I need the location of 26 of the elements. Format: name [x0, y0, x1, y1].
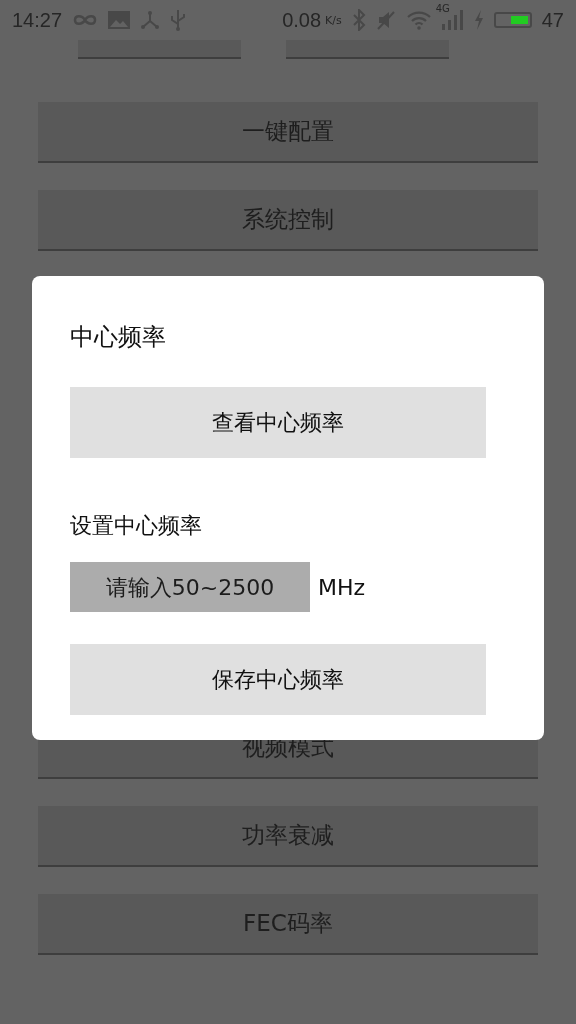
network-speed: 0.08: [282, 8, 322, 32]
signal-icon: [441, 10, 464, 30]
save-frequency-button[interactable]: 保存中心频率: [70, 644, 486, 715]
network-type: 4G: [435, 4, 450, 14]
clock: 14:27: [12, 8, 63, 32]
unit-label: MHz: [318, 574, 366, 600]
wifi-icon: [405, 10, 432, 30]
frequency-input[interactable]: 请输入50~2500: [70, 562, 310, 612]
partial-button[interactable]: [78, 40, 241, 57]
view-frequency-button[interactable]: 查看中心频率: [70, 387, 486, 458]
menu-button[interactable]: 功率衰减: [38, 806, 538, 865]
set-frequency-label: 设置中心频率: [70, 512, 203, 540]
usb-icon: [170, 9, 187, 31]
menu-button[interactable]: FEC码率: [38, 894, 538, 953]
battery-icon: [493, 12, 532, 28]
dialog-title: 中心频率: [70, 322, 167, 353]
image-icon: [108, 11, 131, 29]
infinity-icon: [72, 13, 99, 27]
partial-button[interactable]: [286, 40, 449, 57]
muted-speaker-icon: [375, 10, 396, 30]
nodes-icon: [140, 10, 161, 30]
menu-button[interactable]: 一键配置: [38, 102, 538, 161]
menu-button[interactable]: 系统控制: [38, 190, 538, 249]
battery-percent: 47: [541, 8, 564, 32]
speed-unit: K/s: [325, 13, 342, 27]
bluetooth-icon: [351, 9, 366, 31]
